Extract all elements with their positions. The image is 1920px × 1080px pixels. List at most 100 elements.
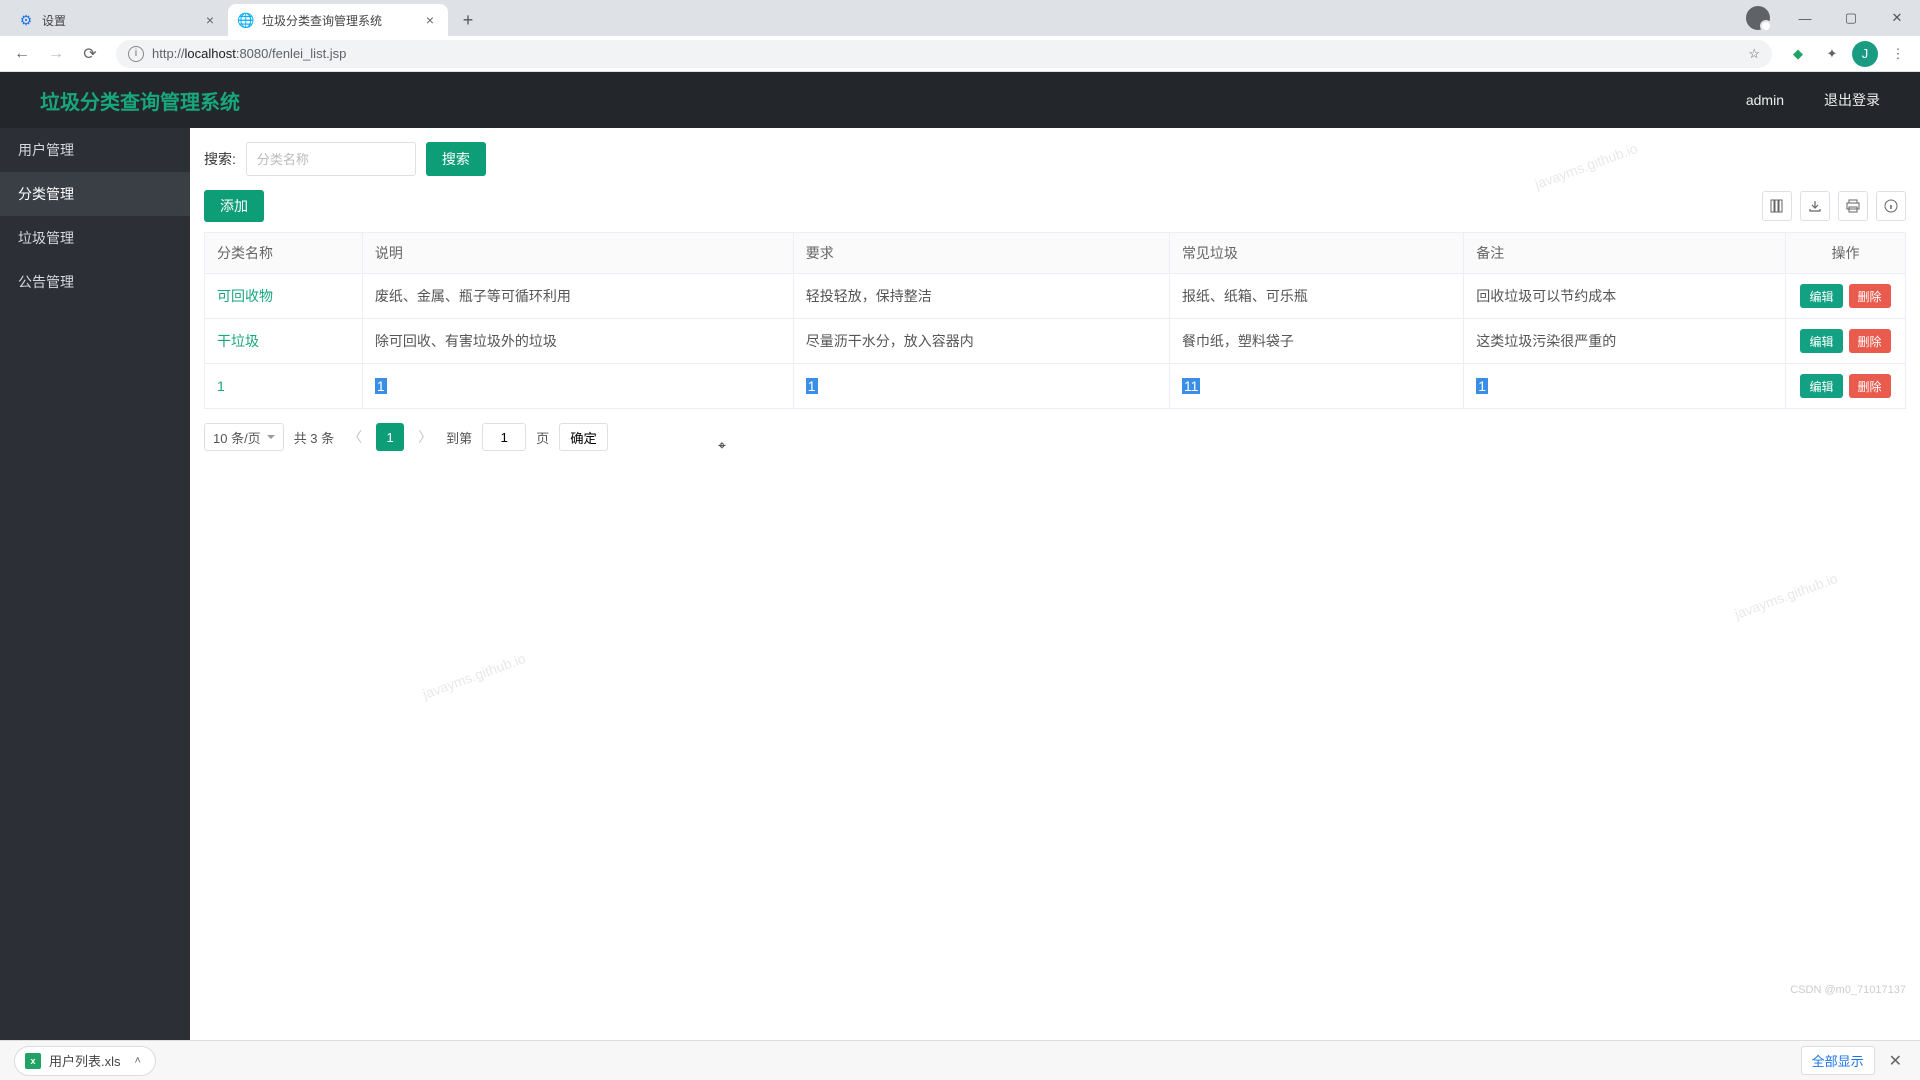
column-header: 说明: [362, 233, 793, 274]
cell-name[interactable]: 干垃圾: [205, 319, 363, 364]
download-bar: x 用户列表.xls ˄ 全部显示 ✕: [0, 1040, 1920, 1080]
info-icon[interactable]: [1876, 191, 1906, 221]
delete-button[interactable]: 删除: [1849, 284, 1891, 308]
download-filename: 用户列表.xls: [49, 1051, 121, 1070]
sidebar-item[interactable]: 垃圾管理: [0, 216, 190, 260]
table-row: 可回收物废纸、金属、瓶子等可循环利用轻投轻放，保持整洁报纸、纸箱、可乐瓶回收垃圾…: [205, 274, 1906, 319]
print-icon[interactable]: [1838, 191, 1868, 221]
browser-tab-settings[interactable]: ⚙ 设置 ×: [8, 4, 228, 36]
browser-tab-bar: ⚙ 设置 × 🌐 垃圾分类查询管理系统 × + ― ▢ ✕: [0, 0, 1920, 36]
goto-label: 到第: [446, 428, 472, 447]
cell-note: 这类垃圾污染很严重的: [1464, 319, 1786, 364]
cell-common: 报纸、纸箱、可乐瓶: [1169, 274, 1463, 319]
column-header: 操作: [1786, 233, 1906, 274]
gear-icon: ⚙: [18, 12, 34, 28]
table-tools: [1762, 191, 1906, 221]
cell-actions: 编辑删除: [1786, 274, 1906, 319]
url-input[interactable]: i http://localhost:8080/fenlei_list.jsp …: [116, 40, 1772, 68]
data-table: 分类名称说明要求常见垃圾备注操作 可回收物废纸、金属、瓶子等可循环利用轻投轻放，…: [204, 232, 1906, 409]
url-text: http://localhost:8080/fenlei_list.jsp: [152, 46, 346, 61]
column-header: 常见垃圾: [1169, 233, 1463, 274]
close-icon[interactable]: ×: [422, 12, 438, 28]
cell-actions: 编辑删除: [1786, 319, 1906, 364]
cell-req: 1: [793, 364, 1169, 409]
export-icon[interactable]: [1800, 191, 1830, 221]
delete-button[interactable]: 删除: [1849, 374, 1891, 398]
search-row: 搜索: 搜索: [204, 142, 1906, 176]
close-window-button[interactable]: ✕: [1874, 0, 1920, 36]
kebab-menu-icon[interactable]: ⋮: [1884, 40, 1912, 68]
column-header: 要求: [793, 233, 1169, 274]
cell-desc: 废纸、金属、瓶子等可循环利用: [362, 274, 793, 319]
cell-common: 餐巾纸，塑料袋子: [1169, 319, 1463, 364]
minimize-button[interactable]: ―: [1782, 0, 1828, 36]
show-all-downloads[interactable]: 全部显示: [1801, 1046, 1875, 1075]
goto-suffix: 页: [536, 428, 549, 447]
site-info-icon[interactable]: i: [128, 46, 144, 62]
logout-link[interactable]: 退出登录: [1824, 90, 1880, 110]
cell-note: 1: [1464, 364, 1786, 409]
cell-name[interactable]: 1: [205, 364, 363, 409]
cell-desc: 1: [362, 364, 793, 409]
edit-button[interactable]: 编辑: [1800, 284, 1842, 308]
prev-page-button[interactable]: 〈: [344, 427, 366, 447]
column-header: 分类名称: [205, 233, 363, 274]
reload-button[interactable]: ⟳: [76, 40, 104, 68]
search-button[interactable]: 搜索: [426, 142, 486, 176]
table-row: 干垃圾除可回收、有害垃圾外的垃圾尽量沥干水分，放入容器内餐巾纸，塑料袋子这类垃圾…: [205, 319, 1906, 364]
new-tab-button[interactable]: +: [454, 6, 482, 34]
globe-icon: 🌐: [238, 12, 254, 28]
watermark: javayms.github.io: [1732, 570, 1839, 622]
cell-name[interactable]: 可回收物: [205, 274, 363, 319]
app-header: 垃圾分类查询管理系统 admin 退出登录: [0, 72, 1920, 128]
sidebar-item[interactable]: 用户管理: [0, 128, 190, 172]
toolbar: 添加: [204, 190, 1906, 222]
edit-button[interactable]: 编辑: [1800, 374, 1842, 398]
search-label: 搜索:: [204, 149, 236, 169]
pager-total: 共 3 条: [294, 428, 334, 447]
watermark: javayms.github.io: [421, 650, 528, 702]
cell-req: 轻投轻放，保持整洁: [793, 274, 1169, 319]
add-button[interactable]: 添加: [204, 190, 264, 222]
download-chip[interactable]: x 用户列表.xls ˄: [14, 1046, 156, 1076]
close-download-bar[interactable]: ✕: [1885, 1051, 1906, 1071]
column-header: 备注: [1464, 233, 1786, 274]
maximize-button[interactable]: ▢: [1828, 0, 1874, 36]
cell-actions: 编辑删除: [1786, 364, 1906, 409]
sidebar: 用户管理分类管理垃圾管理公告管理: [0, 128, 190, 1040]
chevron-up-icon[interactable]: ˄: [135, 1055, 141, 1067]
account-indicator-icon[interactable]: [1746, 6, 1770, 30]
cell-common: 11: [1169, 364, 1463, 409]
browser-tab-app[interactable]: 🌐 垃圾分类查询管理系统 ×: [228, 4, 448, 36]
goto-input[interactable]: [482, 423, 526, 451]
next-page-button[interactable]: 〉: [414, 427, 436, 447]
sidebar-item[interactable]: 公告管理: [0, 260, 190, 304]
columns-icon[interactable]: [1762, 191, 1792, 221]
delete-button[interactable]: 删除: [1849, 329, 1891, 353]
cell-note: 回收垃圾可以节约成本: [1464, 274, 1786, 319]
page-size-select[interactable]: 10 条/页: [204, 423, 284, 451]
forward-button[interactable]: →: [42, 40, 70, 68]
app-title: 垃圾分类查询管理系统: [40, 86, 240, 115]
profile-avatar[interactable]: J: [1852, 41, 1878, 67]
bookmark-icon[interactable]: ☆: [1748, 46, 1760, 62]
pagination: 10 条/页 共 3 条 〈 1 〉 到第 页 确定: [204, 423, 1906, 451]
extension-icon[interactable]: ◆: [1784, 40, 1812, 68]
search-input[interactable]: [246, 142, 416, 176]
main-content: 搜索: 搜索 添加 分类名称说明要求常见垃圾备注操作: [190, 128, 1920, 1040]
tab-title: 设置: [42, 12, 194, 29]
window-controls: ― ▢ ✕: [1746, 0, 1920, 36]
page-number[interactable]: 1: [376, 423, 404, 451]
goto-confirm-button[interactable]: 确定: [559, 423, 608, 451]
address-bar: ← → ⟳ i http://localhost:8080/fenlei_lis…: [0, 36, 1920, 72]
current-user[interactable]: admin: [1746, 92, 1784, 108]
close-icon[interactable]: ×: [202, 12, 218, 28]
cell-desc: 除可回收、有害垃圾外的垃圾: [362, 319, 793, 364]
extensions-button[interactable]: ✦: [1818, 40, 1846, 68]
sidebar-item[interactable]: 分类管理: [0, 172, 190, 216]
tab-title: 垃圾分类查询管理系统: [262, 12, 414, 29]
edit-button[interactable]: 编辑: [1800, 329, 1842, 353]
table-row: 111111编辑删除: [205, 364, 1906, 409]
back-button[interactable]: ←: [8, 40, 36, 68]
cell-req: 尽量沥干水分，放入容器内: [793, 319, 1169, 364]
